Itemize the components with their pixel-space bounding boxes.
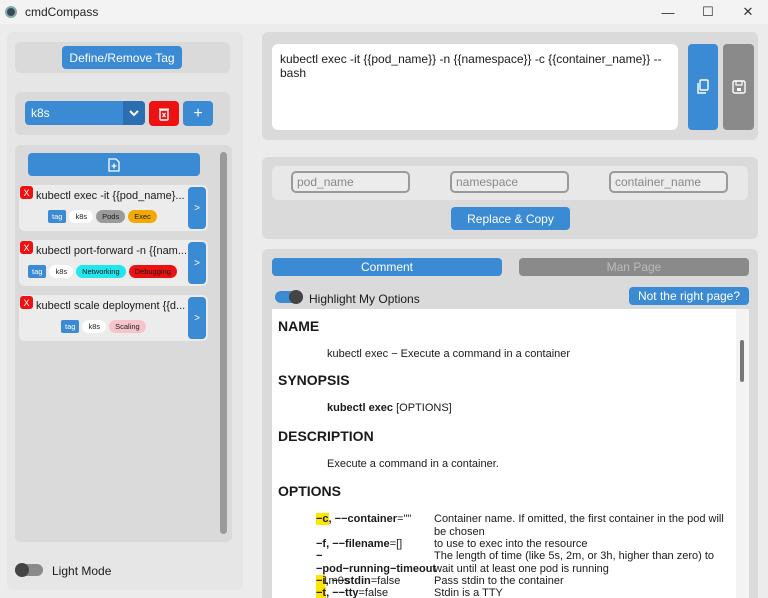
light-mode-toggle[interactable] <box>15 563 43 577</box>
description-text: Execute a command in a container. <box>327 458 499 470</box>
tag-list: tag k8s Pods Exec <box>48 210 157 223</box>
option-description: Pass stdin to the container <box>434 575 564 587</box>
minimize-button[interactable]: — <box>648 0 688 24</box>
option-flag: −f, −−filename=[] <box>316 538 403 550</box>
delete-tag-button[interactable] <box>149 101 179 126</box>
title-bar: cmdCompass — ☐ ✕ <box>0 0 768 24</box>
highlight-options-toggle[interactable] <box>275 290 303 304</box>
remove-command-button[interactable]: X <box>20 186 33 199</box>
chevron-down-icon[interactable] <box>123 101 145 125</box>
option-highlight: −t <box>316 587 327 598</box>
command-card-text: kubectl exec -it {{pod_name}... <box>36 190 185 202</box>
command-card[interactable]: X kubectl port-forward -n {{nam... > tag… <box>19 240 208 286</box>
tag-list: tag k8s Networking Debugging <box>28 265 177 278</box>
add-file-icon <box>108 157 120 172</box>
option-description: The length of time (like 5s, 2m, or 3h, … <box>434 550 715 575</box>
not-right-page-button[interactable]: Not the right page? <box>629 287 749 305</box>
synopsis-command: kubectl exec <box>327 402 394 414</box>
namespace-input[interactable]: namespace <box>450 171 569 193</box>
close-button[interactable]: ✕ <box>728 0 768 24</box>
tag-label: tag <box>48 210 67 223</box>
container-name-input[interactable]: container_name <box>609 171 728 193</box>
light-mode-label: Light Mode <box>52 564 112 578</box>
tag-list: tag k8s Scaling <box>61 320 146 333</box>
open-command-button[interactable]: > <box>188 297 206 339</box>
command-card[interactable]: X kubectl scale deployment {{d... > tag … <box>19 295 208 341</box>
add-tag-button[interactable]: + <box>183 101 213 126</box>
copy-icon <box>697 79 709 94</box>
tag-k8s: k8s <box>49 265 74 278</box>
section-heading: SYNOPSIS <box>278 372 350 388</box>
option-flag: −i, −−stdin=false <box>316 575 401 587</box>
option-description: Stdin is a TTY <box>434 587 503 598</box>
tag-select[interactable]: k8s <box>25 101 145 125</box>
define-remove-tag-button[interactable]: Define/Remove Tag <box>62 46 182 69</box>
tag-scaling: Scaling <box>109 320 146 333</box>
tag-exec: Exec <box>128 210 157 223</box>
command-card-text: kubectl scale deployment {{d... <box>36 300 186 312</box>
save-button[interactable] <box>723 44 754 130</box>
section-heading: NAME <box>278 318 320 334</box>
open-command-button[interactable]: > <box>188 187 206 229</box>
synopsis-text: kubectl exec [OPTIONS] <box>327 402 452 414</box>
window-title: cmdCompass <box>25 5 99 19</box>
toggle-knob <box>289 290 303 304</box>
tab-comment[interactable]: Comment <box>272 258 502 276</box>
command-list-scroll-thumb[interactable] <box>220 152 227 534</box>
option-highlight: −c <box>316 513 329 525</box>
man-page-view[interactable]: NAME kubectl exec − Execute a command in… <box>272 309 736 598</box>
save-icon <box>731 80 746 94</box>
maximize-button[interactable]: ☐ <box>688 0 728 24</box>
command-textbox[interactable]: kubectl exec -it {{pod_name}} -n {{names… <box>272 44 678 130</box>
option-description: to use to exec into the resource <box>434 538 588 550</box>
new-command-button[interactable] <box>28 153 200 176</box>
man-page-scroll-thumb[interactable] <box>740 340 744 382</box>
pod-name-input[interactable]: pod_name <box>291 171 410 193</box>
synopsis-options: [OPTIONS] <box>393 402 452 414</box>
tab-man-page[interactable]: Man Page <box>519 258 749 276</box>
name-text: kubectl exec − Execute a command in a co… <box>327 348 571 360</box>
option-flag: −c, −−container="" <box>316 513 412 525</box>
tag-k8s: k8s <box>69 210 94 223</box>
replace-copy-button[interactable]: Replace & Copy <box>451 207 570 230</box>
option-description: Container name. If omitted, the first co… <box>434 513 724 538</box>
section-heading: OPTIONS <box>278 483 342 499</box>
command-card-text: kubectl port-forward -n {{nam... <box>36 245 186 257</box>
tag-pods: Pods <box>96 210 126 223</box>
tag-select-value: k8s <box>31 106 50 120</box>
tag-networking: Networking <box>76 265 126 278</box>
section-heading: DESCRIPTION <box>278 428 374 444</box>
toggle-knob <box>15 563 29 577</box>
tag-k8s: k8s <box>82 320 107 333</box>
option-flag: −t, −−tty=false <box>316 587 389 598</box>
highlight-options-label: Highlight My Options <box>309 292 420 306</box>
remove-command-button[interactable]: X <box>20 241 33 254</box>
tag-debugging: Debugging <box>128 265 177 278</box>
command-card[interactable]: X kubectl exec -it {{pod_name}... > tag … <box>19 185 208 231</box>
tag-label: tag <box>28 265 47 278</box>
open-command-button[interactable]: > <box>188 242 206 284</box>
copy-button[interactable] <box>688 44 718 130</box>
app-icon <box>5 6 17 18</box>
tag-label: tag <box>61 320 80 333</box>
remove-command-button[interactable]: X <box>20 296 33 309</box>
trash-icon <box>159 108 169 121</box>
